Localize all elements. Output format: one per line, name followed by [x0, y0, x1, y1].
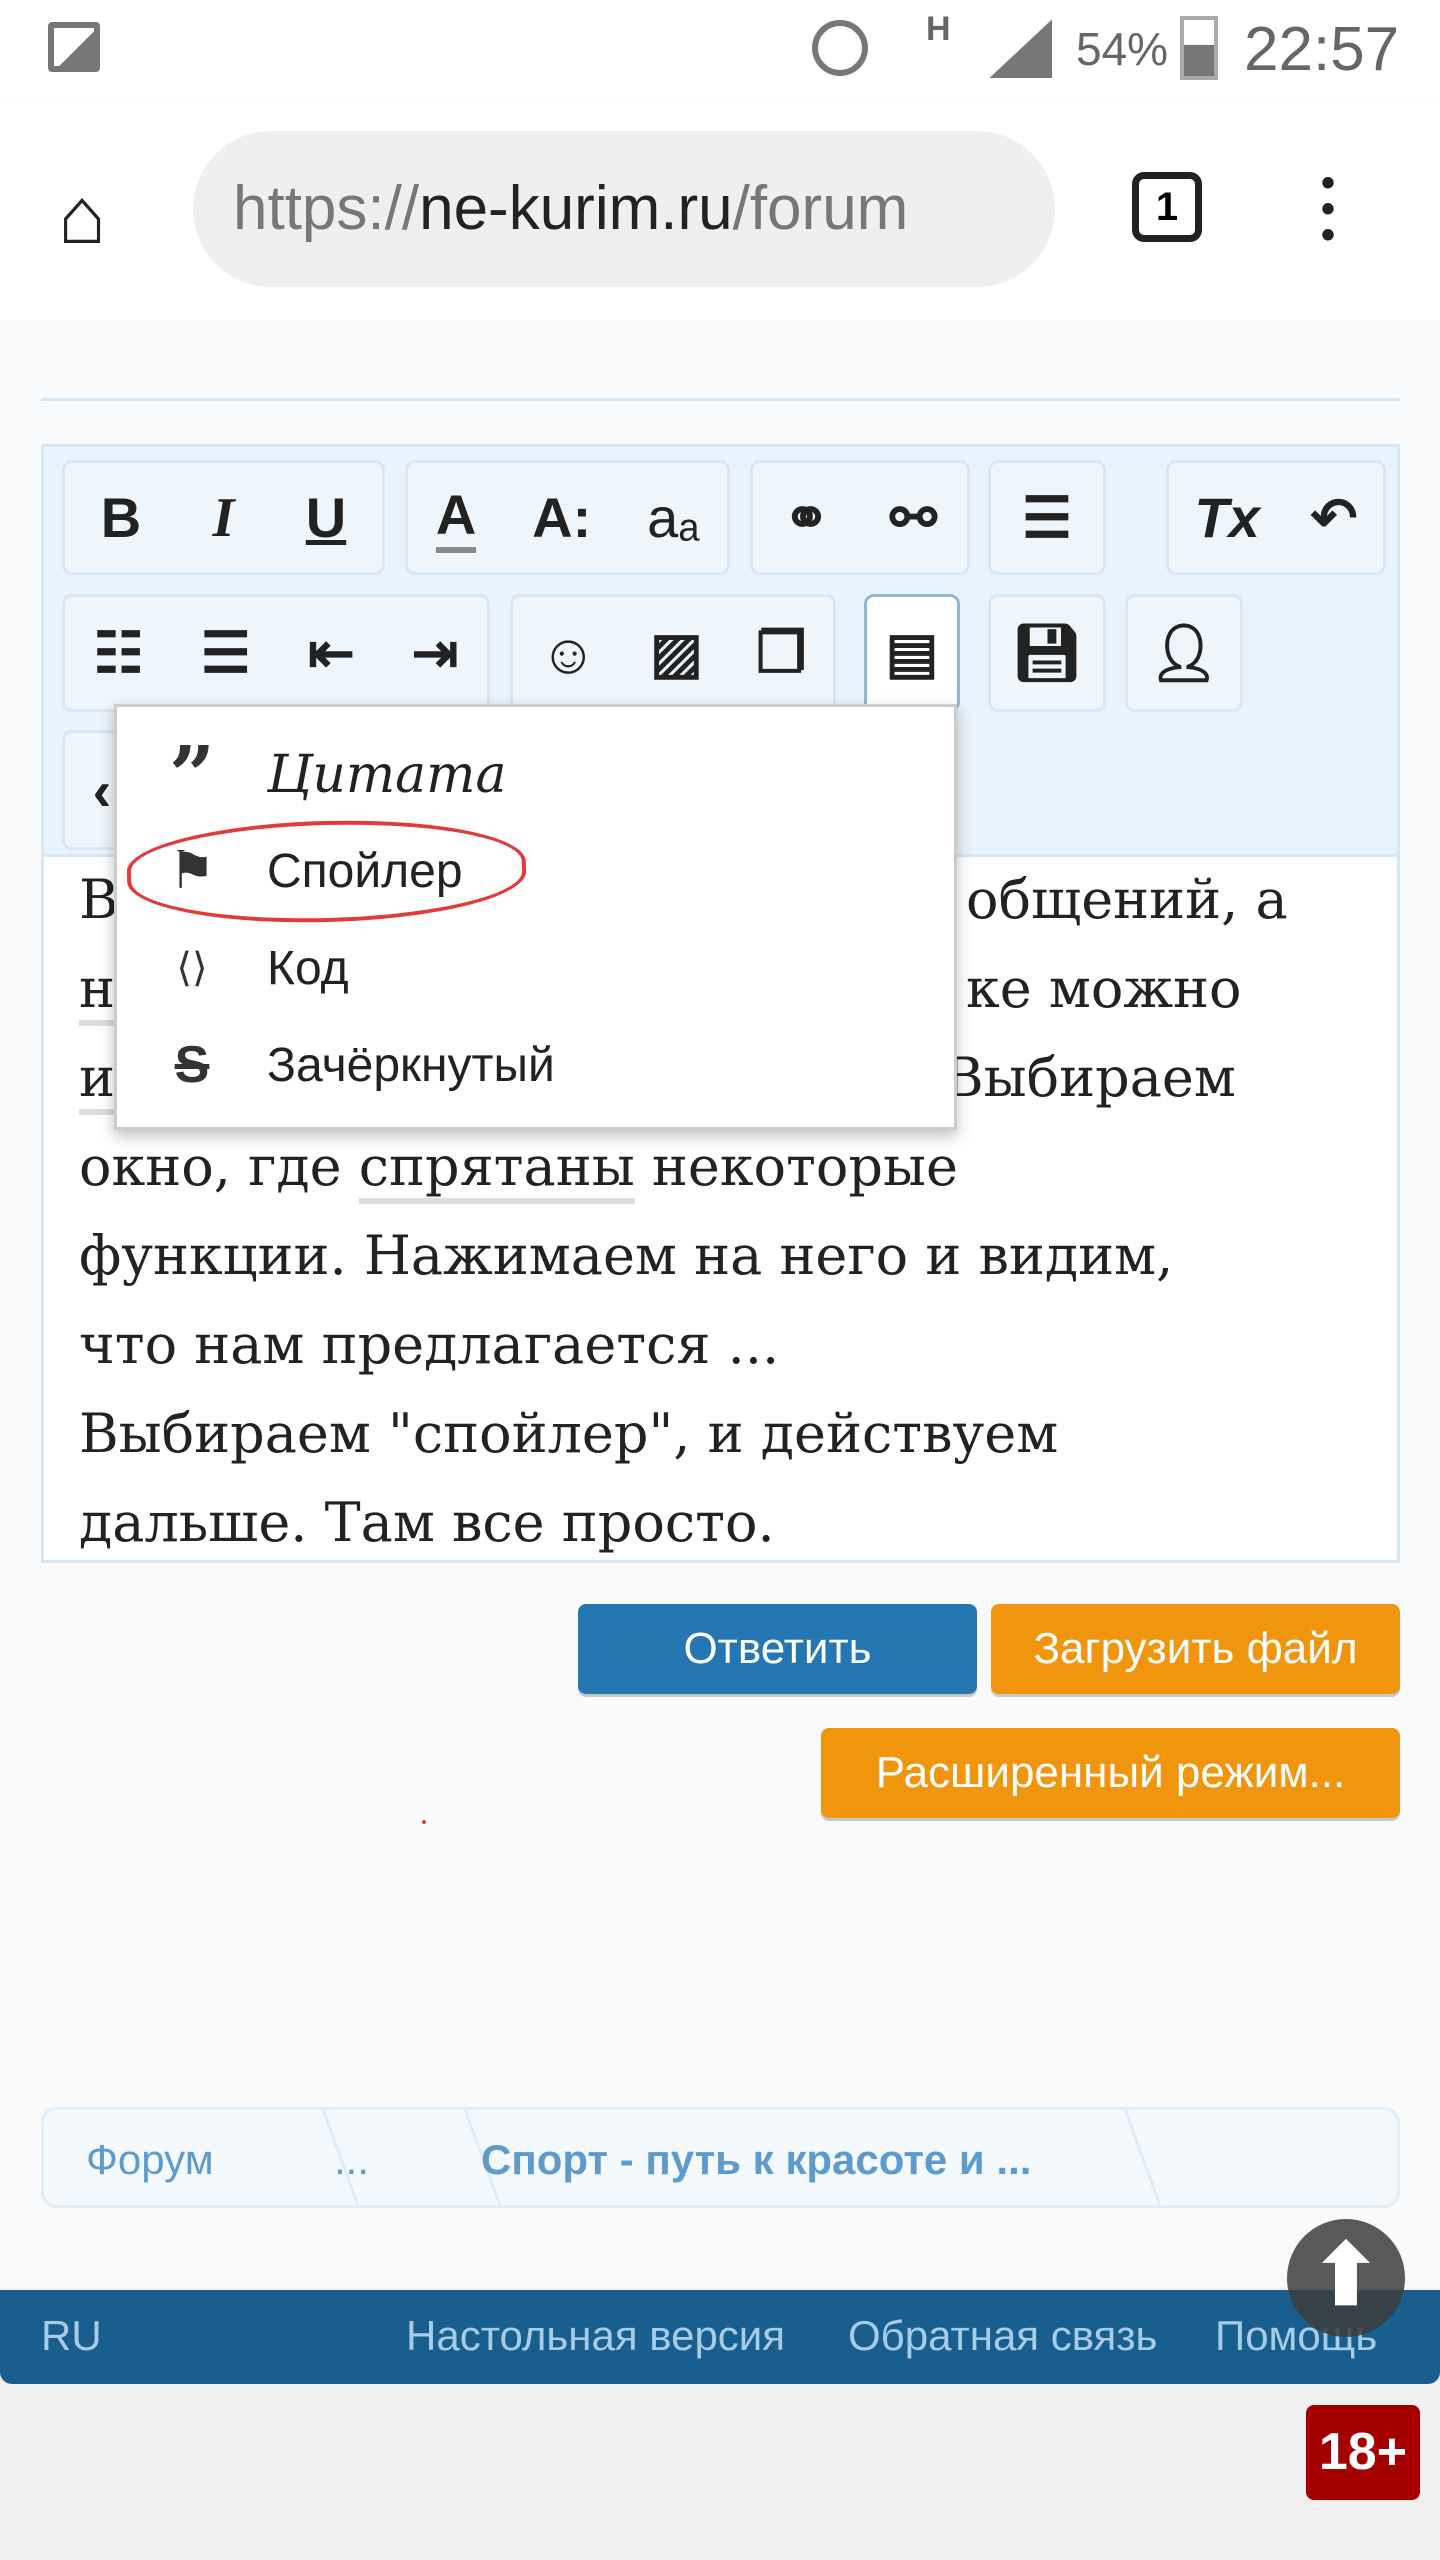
- status-bar: H 54% 22:57: [0, 0, 1440, 100]
- bold-button[interactable]: B: [101, 485, 141, 550]
- format-group: B I U: [62, 460, 385, 575]
- editor-line: В: [79, 868, 119, 931]
- code-file-icon: ⟨⟩: [176, 946, 208, 990]
- breadcrumb-item[interactable]: Форум: [86, 2136, 214, 2184]
- footer: RU Настольная версия Обратная связь Помо…: [0, 2290, 1440, 2384]
- battery-icon: [1180, 16, 1218, 80]
- footer-link-feedback[interactable]: Обратная связь: [848, 2312, 1157, 2360]
- link-icon[interactable]: ⚭: [783, 485, 830, 551]
- gallery-icon: [48, 22, 100, 72]
- indent-icon[interactable]: ⇥: [412, 620, 459, 686]
- editor-line: н: [79, 957, 115, 1026]
- tab-switcher-button[interactable]: 1: [1132, 172, 1202, 242]
- arrow-up-icon: ⬆: [1310, 2228, 1382, 2322]
- font-family-button[interactable]: aₐ: [647, 485, 699, 550]
- home-icon[interactable]: ⌂: [58, 170, 106, 262]
- insert-block-button[interactable]: ▤: [864, 594, 960, 712]
- url-scheme: https://: [233, 174, 420, 243]
- font-size-button[interactable]: A:: [532, 485, 591, 550]
- reply-button[interactable]: Ответить: [578, 1604, 977, 1694]
- outdent-icon[interactable]: ⇤: [308, 620, 355, 686]
- signal-icon: [990, 20, 1052, 78]
- age-rating-badge: 18+: [1306, 2405, 1420, 2500]
- misc-group: Tx ↶: [1166, 460, 1386, 575]
- scroll-to-top-button[interactable]: ⬆: [1287, 2219, 1405, 2337]
- editor-line: Выбираем "спойлер", и действуем: [79, 1402, 1059, 1465]
- alarm-icon: [812, 20, 868, 76]
- list-group: ☷ ☰ ⇤ ⇥: [62, 594, 490, 712]
- url-host: ne-kurim.ru: [419, 174, 733, 243]
- battery-percent: 54%: [1076, 23, 1169, 75]
- save-icon: 💾︎: [1011, 621, 1083, 684]
- image-icon[interactable]: ▨: [650, 620, 703, 686]
- font-group: A A: aₐ: [405, 460, 730, 575]
- clock: 22:57: [1244, 15, 1400, 84]
- undo-icon[interactable]: ↶: [1311, 485, 1358, 551]
- user-button[interactable]: 👤︎: [1125, 594, 1243, 712]
- breadcrumb-item[interactable]: Спорт - путь к красоте и ...: [481, 2136, 1031, 2184]
- italic-button[interactable]: I: [213, 486, 235, 550]
- editor-line: дальше. Там все просто.: [79, 1491, 775, 1554]
- menu-item-quote[interactable]: ” Цитата: [117, 727, 954, 823]
- breadcrumb-separator: [1086, 2110, 1162, 2205]
- editor-line: общений, а: [966, 868, 1288, 931]
- code-icon: ‹: [92, 758, 112, 822]
- save-button[interactable]: 💾︎: [988, 594, 1106, 712]
- remove-format-icon[interactable]: Tx: [1194, 485, 1259, 550]
- url-bar[interactable]: https://ne-kurim.ru/forum: [193, 131, 1055, 287]
- upload-file-button[interactable]: Загрузить файл: [991, 1604, 1400, 1694]
- numbered-list-icon[interactable]: ☰: [201, 620, 251, 686]
- language-selector[interactable]: RU: [41, 2312, 102, 2360]
- unlink-icon[interactable]: ⚯: [890, 485, 937, 551]
- footer-link-desktop[interactable]: Настольная версия: [406, 2312, 785, 2360]
- smiley-icon[interactable]: ☺: [540, 621, 597, 686]
- bullet-list-icon[interactable]: ☷: [93, 620, 143, 686]
- quote-icon: ”: [168, 728, 215, 822]
- align-group: ☰: [988, 460, 1106, 575]
- editor-line: окно, где спрятаны некоторые: [79, 1122, 958, 1211]
- editor-line: что нам предлагается ...: [79, 1313, 780, 1376]
- editor-line: функции. Нажимаем на него и видим,: [79, 1224, 1174, 1287]
- user-icon: 👤︎: [1148, 621, 1220, 684]
- insert-group: ☺ ▨ ❐: [510, 594, 836, 712]
- url-path: /forum: [732, 174, 909, 243]
- editor-line: Выбираем: [944, 1046, 1236, 1109]
- divider: [41, 398, 1400, 401]
- editor-line: и: [79, 1046, 115, 1115]
- menu-dots-icon[interactable]: • • •: [1312, 163, 1344, 255]
- browser-toolbar: ⌂ https://ne-kurim.ru/forum 1 • • •: [0, 100, 1440, 320]
- block-format-icon: ▤: [885, 621, 939, 684]
- media-icon[interactable]: ❐: [756, 620, 806, 686]
- menu-item-code[interactable]: ⟨⟩ Код: [117, 920, 954, 1016]
- breadcrumb: Форум ... Спорт - путь к красоте и ...: [41, 2107, 1400, 2208]
- advanced-mode-button[interactable]: Расширенный режим...: [821, 1728, 1400, 1818]
- breadcrumb-item[interactable]: ...: [334, 2136, 369, 2184]
- underline-button[interactable]: U: [306, 485, 346, 550]
- menu-item-strikethrough[interactable]: S Зачёркнутый: [117, 1017, 954, 1113]
- strikethrough-icon: S: [174, 1036, 210, 1094]
- editor-line: ке можно: [966, 957, 1242, 1020]
- font-color-button[interactable]: A: [435, 482, 477, 553]
- align-left-icon[interactable]: ☰: [1022, 485, 1072, 551]
- red-dot: [422, 1820, 426, 1824]
- network-type: H: [926, 10, 951, 48]
- link-group: ⚭ ⚯: [750, 460, 970, 575]
